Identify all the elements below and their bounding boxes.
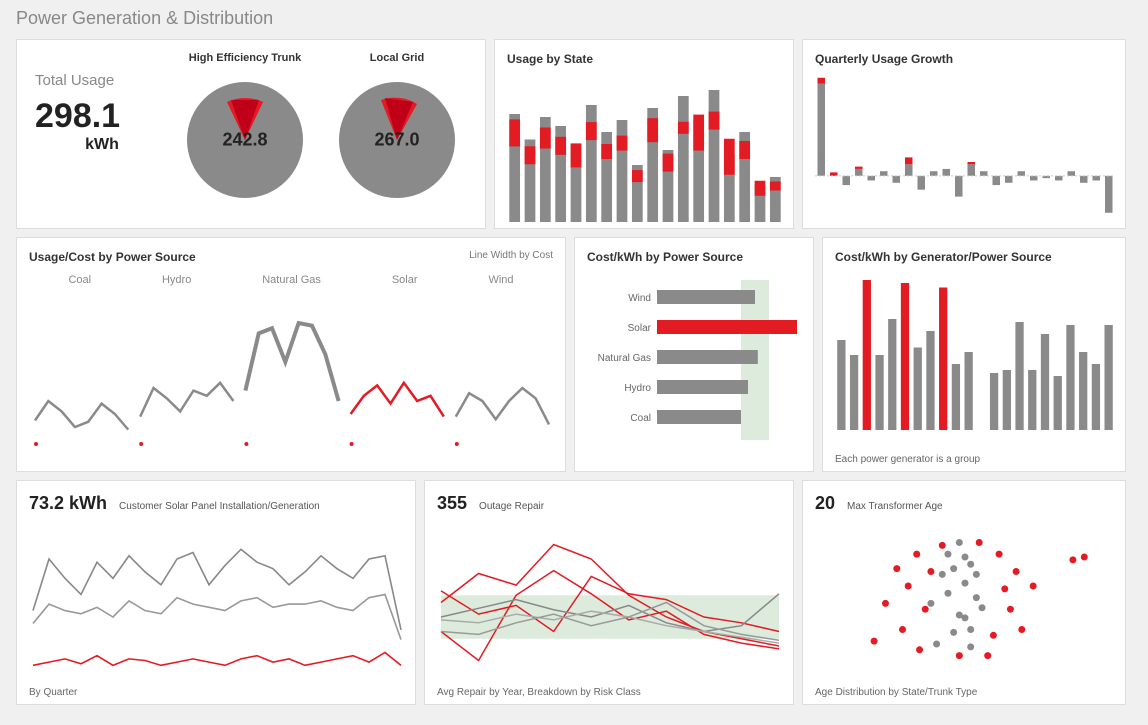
gauge-1-value: 242.8 (222, 130, 267, 151)
card-total-usage: Total Usage 298.1 kWh High Efficiency Tr… (16, 39, 486, 229)
chart-quarterly-growth (815, 72, 1115, 222)
chart-transformer-age (815, 518, 1115, 683)
card-usage-by-state: Usage by State (494, 39, 794, 229)
quarterly-title: Quarterly Usage Growth (815, 52, 1113, 66)
svg-text:Coal: Coal (630, 413, 651, 424)
source-labels: Coal Hydro Natural Gas Solar Wind (33, 274, 549, 286)
gauge-2-value: 267.0 (374, 130, 419, 151)
gauge-high-efficiency: 242.8 (175, 70, 315, 210)
usage-cost-note: Line Width by Cost (469, 250, 553, 261)
row-2: Usage/Cost by Power Source Line Width by… (16, 237, 1132, 472)
card-transformer-age: 20 Max Transformer Age Age Distribution … (802, 480, 1126, 705)
chart-usage-cost-source (29, 290, 555, 450)
svg-text:Solar: Solar (628, 323, 652, 334)
transformer-foot: Age Distribution by State/Trunk Type (815, 687, 977, 698)
cost-gen-foot: Each power generator is a group (835, 454, 980, 465)
usage-state-title: Usage by State (507, 52, 781, 66)
gauge-1-label: High Efficiency Trunk (169, 52, 321, 64)
chart-outage-repair (437, 518, 783, 683)
svg-text:Hydro: Hydro (624, 383, 651, 394)
gauge-2-label: Local Grid (321, 52, 473, 64)
chart-usage-by-state (507, 72, 783, 222)
total-usage-unit: kWh (35, 136, 169, 154)
page-title: Power Generation & Distribution (16, 8, 1132, 29)
chart-solar-install (29, 518, 405, 683)
cost-kwh-title: Cost/kWh by Power Source (587, 250, 801, 264)
transformer-kpi: 20 (815, 493, 835, 514)
solar-foot: By Quarter (29, 687, 77, 698)
svg-text:Wind: Wind (628, 293, 651, 304)
total-usage-label: Total Usage (35, 72, 169, 89)
outage-label: Outage Repair (479, 501, 544, 512)
card-cost-generator: Cost/kWh by Generator/Power Source Each … (822, 237, 1126, 472)
card-outage-repair: 355 Outage Repair Avg Repair by Year, Br… (424, 480, 794, 705)
row-3: 73.2 kWh Customer Solar Panel Installati… (16, 480, 1132, 705)
solar-kpi: 73.2 kWh (29, 493, 107, 514)
card-solar-install: 73.2 kWh Customer Solar Panel Installati… (16, 480, 416, 705)
svg-text:Natural Gas: Natural Gas (598, 353, 651, 364)
outage-kpi: 355 (437, 493, 467, 514)
transformer-label: Max Transformer Age (847, 501, 943, 512)
cost-gen-title: Cost/kWh by Generator/Power Source (835, 250, 1113, 264)
solar-label: Customer Solar Panel Installation/Genera… (119, 501, 320, 512)
card-cost-kwh-source: Cost/kWh by Power Source Wind Solar Natura… (574, 237, 814, 472)
chart-cost-kwh-source: Wind Solar Natural Gas Hydro Coal (587, 270, 803, 460)
outage-foot: Avg Repair by Year, Breakdown by Risk Cl… (437, 687, 641, 698)
row-1: Total Usage 298.1 kWh High Efficiency Tr… (16, 39, 1132, 229)
total-usage-value: 298.1 (35, 97, 169, 136)
chart-cost-generator (835, 270, 1115, 440)
card-quarterly-growth: Quarterly Usage Growth (802, 39, 1126, 229)
card-usage-cost-source: Usage/Cost by Power Source Line Width by… (16, 237, 566, 472)
gauge-local-grid: 267.0 (327, 70, 467, 210)
